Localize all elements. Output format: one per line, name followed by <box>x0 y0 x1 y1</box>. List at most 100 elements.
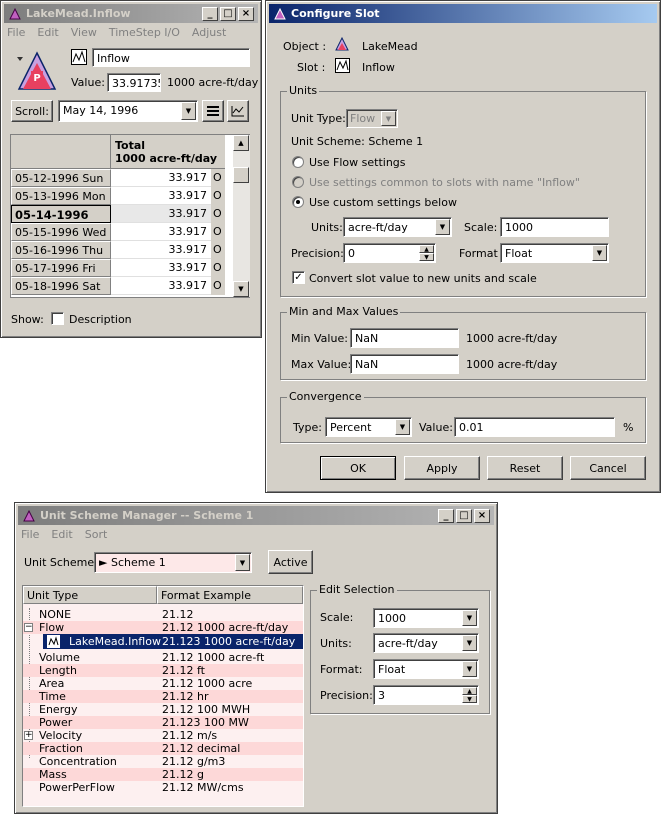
menu-file[interactable]: File <box>7 26 25 39</box>
ok-button[interactable]: OK <box>320 456 396 480</box>
edit-scale-select[interactable]: 1000 ▼ <box>373 608 479 628</box>
scroll-up-icon[interactable]: ▲ <box>233 135 249 151</box>
list-item[interactable]: Time 21.12 hr <box>23 690 303 703</box>
list-item[interactable]: + Velocity 21.12 m/s <box>23 729 303 742</box>
menu-timestep-io[interactable]: TimeStep I/O <box>109 26 180 39</box>
list-item[interactable]: PowerPerFlow 21.12 MW/cms <box>23 781 303 794</box>
menu-adjust[interactable]: Adjust <box>192 26 226 39</box>
dropdown-arrow-icon[interactable]: ▼ <box>395 419 410 435</box>
table-row[interactable]: 05-15-1996 Wed 33.917 O <box>11 223 225 241</box>
list-item[interactable]: Fraction 21.12 decimal <box>23 742 303 755</box>
scroll-down-icon[interactable]: ▼ <box>233 281 249 297</box>
row-value[interactable]: 33.917 <box>111 169 211 187</box>
scroll-button[interactable]: Scroll: <box>11 100 53 122</box>
menu-file[interactable]: File <box>21 528 39 541</box>
min-value-field[interactable]: NaN <box>350 328 459 348</box>
list-item[interactable]: Concentration 21.12 g/m3 <box>23 755 303 768</box>
radio-use-common[interactable] <box>292 176 304 188</box>
spin-down-icon[interactable]: ▼ <box>419 253 434 261</box>
maximize-button[interactable]: □ <box>220 6 236 21</box>
list-item[interactable]: NONE 21.12 <box>23 608 303 621</box>
close-button[interactable]: × <box>474 508 490 523</box>
precision-spinner[interactable]: 0 ▲ ▼ <box>343 243 436 263</box>
slot-window-titlebar[interactable]: LakeMead.Inflow _ □ × <box>4 4 258 23</box>
radio-use-flow[interactable] <box>292 156 304 168</box>
table-row[interactable]: 05-16-1996 Thu 33.917 O <box>11 241 225 259</box>
table-row[interactable]: 05-17-1996 Fri 33.917 O <box>11 259 225 277</box>
dropdown-arrow-icon[interactable]: ▼ <box>462 661 477 677</box>
menu-view[interactable]: View <box>71 26 97 39</box>
slot-name-field[interactable]: Inflow <box>92 48 250 67</box>
dropdown-arrow-icon[interactable]: ▼ <box>462 635 477 651</box>
menu-sort[interactable]: Sort <box>85 528 108 541</box>
row-value[interactable]: 33.917 <box>111 277 211 295</box>
collapse-icon[interactable]: − <box>24 623 33 632</box>
table-row[interactable]: 05-13-1996 Mon 33.917 O <box>11 187 225 205</box>
list-view-button[interactable] <box>202 100 224 122</box>
edit-format-select[interactable]: Float ▼ <box>373 659 479 679</box>
description-checkbox[interactable] <box>51 312 64 325</box>
dropdown-arrow-icon[interactable]: ▼ <box>181 102 196 120</box>
list-item[interactable]: − Flow 21.12 1000 acre-ft/day <box>23 621 303 634</box>
row-value[interactable]: 33.917 <box>111 223 211 241</box>
table-row-selected[interactable]: 05-14-1996 Tue33.917O <box>11 205 225 236</box>
convergence-type-select[interactable]: Percent ▼ <box>325 417 412 437</box>
edit-units-value: acre-ft/day <box>378 637 438 650</box>
list-item[interactable]: Mass 21.12 g <box>23 768 303 781</box>
maximize-button[interactable]: □ <box>456 508 472 523</box>
unit-scheme-select[interactable]: ► Scheme 1 ▼ <box>94 552 252 573</box>
reset-button[interactable]: Reset <box>487 456 563 480</box>
scroll-thumb[interactable] <box>233 167 249 183</box>
list-item[interactable]: Length 21.12 ft <box>23 664 303 677</box>
convergence-value-field[interactable]: 0.01 <box>454 417 615 437</box>
dropdown-arrow-icon[interactable]: ▼ <box>235 554 250 571</box>
dropdown-arrow-icon[interactable]: ▼ <box>435 219 450 235</box>
list-item-selected[interactable]: LakeMead.Inflow 21.123 1000 acre-ft/day <box>43 634 303 649</box>
tree-header-format-example[interactable]: Format Example <box>157 586 303 604</box>
list-item[interactable]: Volume 21.12 1000 acre-ft <box>23 651 303 664</box>
spin-up-icon[interactable]: ▲ <box>419 245 434 253</box>
list-item[interactable]: Area 21.12 1000 acre <box>23 677 303 690</box>
close-button[interactable]: × <box>238 6 254 21</box>
menu-edit[interactable]: Edit <box>51 528 72 541</box>
list-item[interactable]: Energy 21.12 100 MWH <box>23 703 303 716</box>
apply-button[interactable]: Apply <box>404 456 480 480</box>
unit-manager-titlebar[interactable]: Unit Scheme Manager -- Scheme 1 _ □ × <box>18 506 494 525</box>
edit-precision-spinner[interactable]: 3 ▲ ▼ <box>373 685 479 705</box>
convert-checkbox[interactable]: ✓ <box>292 271 305 284</box>
value-field[interactable]: 33.917359 <box>107 73 161 92</box>
row-value[interactable]: 33.917 <box>111 205 211 223</box>
cancel-button[interactable]: Cancel <box>570 456 646 480</box>
date-picker[interactable]: May 14, 1996 ▼ <box>58 100 198 122</box>
grid-scrollbar[interactable]: ▲ ▼ <box>233 135 250 297</box>
minimize-button[interactable]: _ <box>202 6 218 21</box>
spin-down-icon[interactable]: ▼ <box>462 695 477 703</box>
dropdown-arrow-icon[interactable]: ▼ <box>592 245 607 261</box>
convergence-value-label: Value: <box>419 421 453 434</box>
max-value-field[interactable]: NaN <box>350 354 459 374</box>
scale-field[interactable]: 1000 <box>500 217 609 237</box>
column-header[interactable]: Total 1000 acre-ft/day <box>111 135 225 169</box>
list-item[interactable]: Power 21.123 100 MW <box>23 716 303 729</box>
active-button[interactable]: Active <box>268 550 313 574</box>
dropdown-arrow-icon[interactable]: ▼ <box>381 111 396 126</box>
tree-header-unit-type[interactable]: Unit Type <box>23 586 157 604</box>
format-select[interactable]: Float ▼ <box>500 243 609 263</box>
row-value[interactable]: 33.917 <box>111 241 211 259</box>
row-value[interactable]: 33.917 <box>111 187 211 205</box>
edit-units-select[interactable]: acre-ft/day ▼ <box>373 633 479 653</box>
spin-up-icon[interactable]: ▲ <box>462 687 477 695</box>
unit-type-select[interactable]: Flow ▼ <box>346 109 398 128</box>
plot-button[interactable] <box>227 100 249 122</box>
menu-edit[interactable]: Edit <box>37 26 58 39</box>
configure-slot-titlebar[interactable]: Configure Slot <box>269 4 657 23</box>
radio-use-custom[interactable] <box>292 196 304 208</box>
slot-label: Slot : <box>297 61 326 74</box>
minimize-button[interactable]: _ <box>438 508 454 523</box>
units-select[interactable]: acre-ft/day ▼ <box>343 217 452 237</box>
expand-icon[interactable]: + <box>24 731 33 740</box>
row-value[interactable]: 33.917 <box>111 259 211 277</box>
table-row[interactable]: 05-12-1996 Sun 33.917 O <box>11 169 225 187</box>
table-row[interactable]: 05-18-1996 Sat 33.917 O <box>11 277 225 295</box>
dropdown-arrow-icon[interactable]: ▼ <box>462 610 477 626</box>
